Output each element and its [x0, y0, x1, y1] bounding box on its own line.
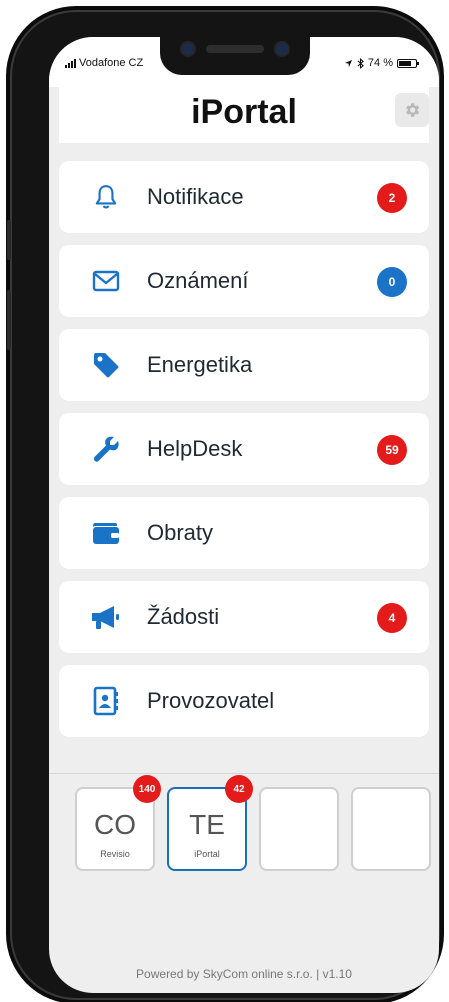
menu-item-label: Provozovatel [147, 688, 275, 713]
carrier-info: Vodafone CZ [65, 57, 143, 69]
wallet-icon [89, 517, 123, 549]
menu-item-notifikace[interactable]: Notifikace 2 [59, 161, 429, 233]
app-tile-empty-2[interactable] [351, 787, 431, 871]
wrench-icon [89, 433, 123, 465]
phone-frame: Vodafone CZ 74 % iPortal Notifikace 2 Oz… [7, 10, 440, 1000]
requests-badge: 4 [377, 603, 407, 633]
gear-icon [406, 103, 420, 117]
app-screen: Vodafone CZ 74 % iPortal Notifikace 2 Oz… [49, 37, 439, 993]
menu-item-label: Energetika [147, 352, 253, 377]
menu-item-label: Oznámení [147, 268, 249, 293]
menu-item-oznameni[interactable]: Oznámení 0 [59, 245, 429, 317]
app-tile-empty-1[interactable] [259, 787, 339, 871]
bluetooth-icon [357, 57, 364, 69]
carrier-name: Vodafone CZ [79, 57, 144, 69]
envelope-icon [89, 265, 123, 297]
megaphone-icon [89, 601, 123, 633]
battery-icon [397, 58, 419, 68]
bell-icon [89, 181, 123, 213]
app-tile-revisio[interactable]: CO Revisio 140 [75, 775, 161, 871]
mute-switch [7, 220, 11, 260]
speaker-grille [206, 45, 264, 53]
tile-badge: 140 [133, 775, 161, 803]
helpdesk-badge: 59 [377, 435, 407, 465]
status-right: 74 % [344, 57, 419, 69]
announcement-badge: 0 [377, 267, 407, 297]
tile-code: TE [189, 809, 225, 840]
tile-badge: 42 [225, 775, 253, 803]
sensor-icon [276, 43, 288, 55]
menu-item-zadosti[interactable]: Žádosti 4 [59, 581, 429, 653]
footer-text: Powered by SkyCom online s.r.o. | v1.10 [136, 967, 352, 981]
address-book-icon [89, 685, 123, 717]
divider [49, 773, 439, 774]
menu-item-label: Notifikace [147, 184, 244, 209]
camera-icon [182, 43, 194, 55]
app-header: iPortal [59, 87, 429, 143]
page-title: iPortal [191, 93, 297, 131]
battery-percent: 74 % [367, 57, 393, 69]
notification-badge: 2 [377, 183, 407, 213]
tile-code: CO [94, 809, 136, 840]
menu-item-energetika[interactable]: Energetika [59, 329, 429, 401]
phone-notch [160, 35, 310, 75]
tag-icon [89, 349, 123, 381]
signal-icon [65, 58, 76, 68]
location-icon [344, 59, 353, 67]
menu-item-label: Žádosti [147, 604, 220, 629]
app-tile-iportal[interactable]: TE iPortal 42 [167, 775, 253, 871]
settings-button[interactable] [395, 93, 429, 127]
menu-item-label: Obraty [147, 520, 214, 545]
volume-up-button [7, 290, 11, 350]
menu-item-label: HelpDesk [147, 436, 243, 461]
menu-item-obraty[interactable]: Obraty [59, 497, 429, 569]
menu-item-helpdesk[interactable]: HelpDesk 59 [59, 413, 429, 485]
tile-label: Revisio [100, 849, 130, 859]
tile-label: iPortal [194, 849, 220, 859]
menu-item-provozovatel[interactable]: Provozovatel [59, 665, 429, 737]
